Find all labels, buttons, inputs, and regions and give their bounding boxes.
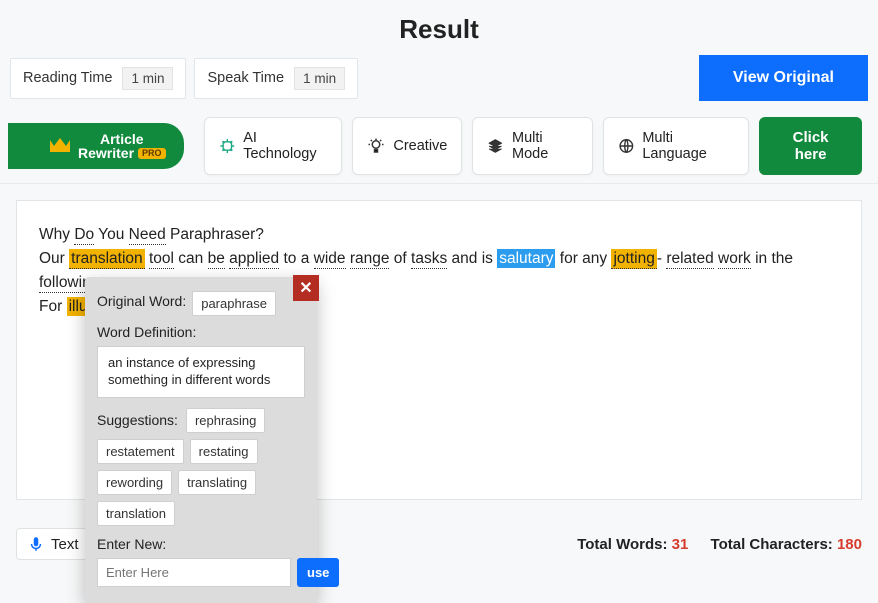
- suggestion-item[interactable]: translating: [178, 470, 256, 495]
- lightbulb-icon: [367, 137, 385, 155]
- word-popup: ✕ Original Word: paraphrase Word Definit…: [85, 277, 317, 603]
- suggestion-item[interactable]: rephrasing: [186, 408, 265, 433]
- reading-time-label: Reading Time: [23, 70, 112, 86]
- total-words-label: Total Words:: [577, 536, 671, 553]
- word-do[interactable]: Do: [74, 226, 94, 245]
- multi-mode-label: Multi Mode: [512, 130, 578, 162]
- text: -: [657, 250, 666, 267]
- suggestion-item[interactable]: rewording: [97, 470, 172, 495]
- globe-icon: [618, 137, 635, 155]
- chip-icon: [219, 137, 236, 155]
- page-title: Result: [0, 0, 878, 55]
- feature-row: Article Rewriter PRO AI Technology Creat…: [0, 109, 878, 184]
- word-range[interactable]: range: [350, 250, 390, 269]
- text: for any: [555, 250, 611, 267]
- original-word-label: Original Word:: [97, 293, 186, 309]
- word-jotting[interactable]: jotting: [611, 249, 656, 269]
- microphone-icon: [27, 535, 45, 553]
- text: and is: [447, 250, 497, 267]
- multi-language-button[interactable]: Multi Language: [603, 117, 750, 175]
- total-chars-value: 180: [837, 536, 862, 553]
- text: For: [39, 298, 67, 315]
- layers-icon: [487, 137, 504, 155]
- word-wide[interactable]: wide: [314, 250, 346, 269]
- definition-label: Word Definition:: [97, 324, 305, 340]
- close-icon: ✕: [299, 278, 312, 298]
- word-translation[interactable]: translation: [69, 249, 145, 269]
- crown-icon: [48, 136, 72, 156]
- pro-badge: PRO: [138, 148, 166, 159]
- reading-time-value: 1 min: [122, 67, 173, 90]
- original-word-value[interactable]: paraphrase: [192, 291, 276, 316]
- word-be[interactable]: be: [208, 250, 225, 269]
- ai-technology-button[interactable]: AI Technology: [204, 117, 343, 175]
- text-to-speech-button[interactable]: Text: [16, 528, 90, 560]
- word-related[interactable]: related: [666, 250, 713, 269]
- speak-time-box: Speak Time 1 min: [194, 58, 358, 99]
- suggestions-label: Suggestions:: [97, 412, 178, 428]
- ribbon-line2: Rewriter: [78, 146, 134, 160]
- word-salutary[interactable]: salutary: [497, 249, 555, 268]
- tts-label: Text: [51, 536, 79, 553]
- suggestion-item[interactable]: restating: [190, 439, 258, 464]
- use-button[interactable]: use: [297, 558, 339, 587]
- total-words-value: 31: [672, 536, 689, 553]
- enter-new-input[interactable]: [97, 558, 291, 587]
- text: to a: [279, 250, 313, 267]
- ribbon-line1: Article: [100, 132, 144, 146]
- reading-time-box: Reading Time 1 min: [10, 58, 186, 99]
- suggestion-item[interactable]: translation: [97, 501, 175, 526]
- definition-box: an instance of expressing something in d…: [97, 346, 305, 398]
- multi-language-label: Multi Language: [642, 130, 734, 162]
- view-original-button[interactable]: View Original: [699, 55, 868, 101]
- click-here-button[interactable]: Click here: [759, 117, 862, 175]
- suggestion-item[interactable]: restatement: [97, 439, 184, 464]
- creative-label: Creative: [393, 138, 447, 154]
- suggestions-group: Suggestions: rephrasing restatement rest…: [97, 408, 305, 526]
- word-need[interactable]: Need: [129, 226, 166, 245]
- word-tool[interactable]: tool: [149, 250, 174, 269]
- total-chars-label: Total Characters:: [711, 536, 837, 553]
- creative-button[interactable]: Creative: [352, 117, 462, 175]
- speak-time-value: 1 min: [294, 67, 345, 90]
- enter-new-label: Enter New:: [97, 536, 305, 552]
- top-stats-row: Reading Time 1 min Speak Time 1 min View…: [0, 55, 878, 101]
- article-rewriter-ribbon[interactable]: Article Rewriter PRO: [8, 123, 184, 169]
- text: You: [94, 226, 129, 243]
- text: of: [389, 250, 411, 267]
- multi-mode-button[interactable]: Multi Mode: [472, 117, 592, 175]
- text: can: [174, 250, 208, 267]
- word-applied[interactable]: applied: [229, 250, 279, 269]
- word-work[interactable]: work: [718, 250, 751, 269]
- speak-time-label: Speak Time: [207, 70, 284, 86]
- text: Our: [39, 250, 69, 267]
- ai-technology-label: AI Technology: [243, 130, 327, 162]
- text: in the: [751, 250, 793, 267]
- word-tasks[interactable]: tasks: [411, 250, 447, 269]
- text: Paraphraser?: [166, 226, 264, 243]
- close-popup-button[interactable]: ✕: [293, 275, 319, 301]
- text: Why: [39, 226, 74, 243]
